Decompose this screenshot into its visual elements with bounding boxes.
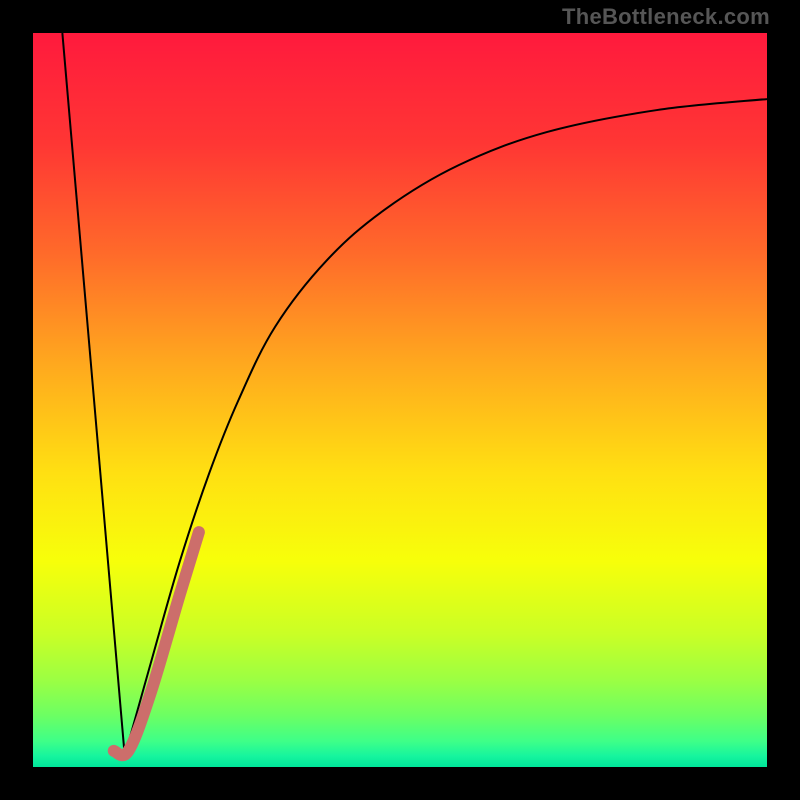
chart-plot-area (33, 33, 767, 767)
chart-background-gradient (33, 33, 767, 767)
chart-svg (33, 33, 767, 767)
chart-frame: TheBottleneck.com (0, 0, 800, 800)
watermark-text: TheBottleneck.com (562, 4, 770, 30)
